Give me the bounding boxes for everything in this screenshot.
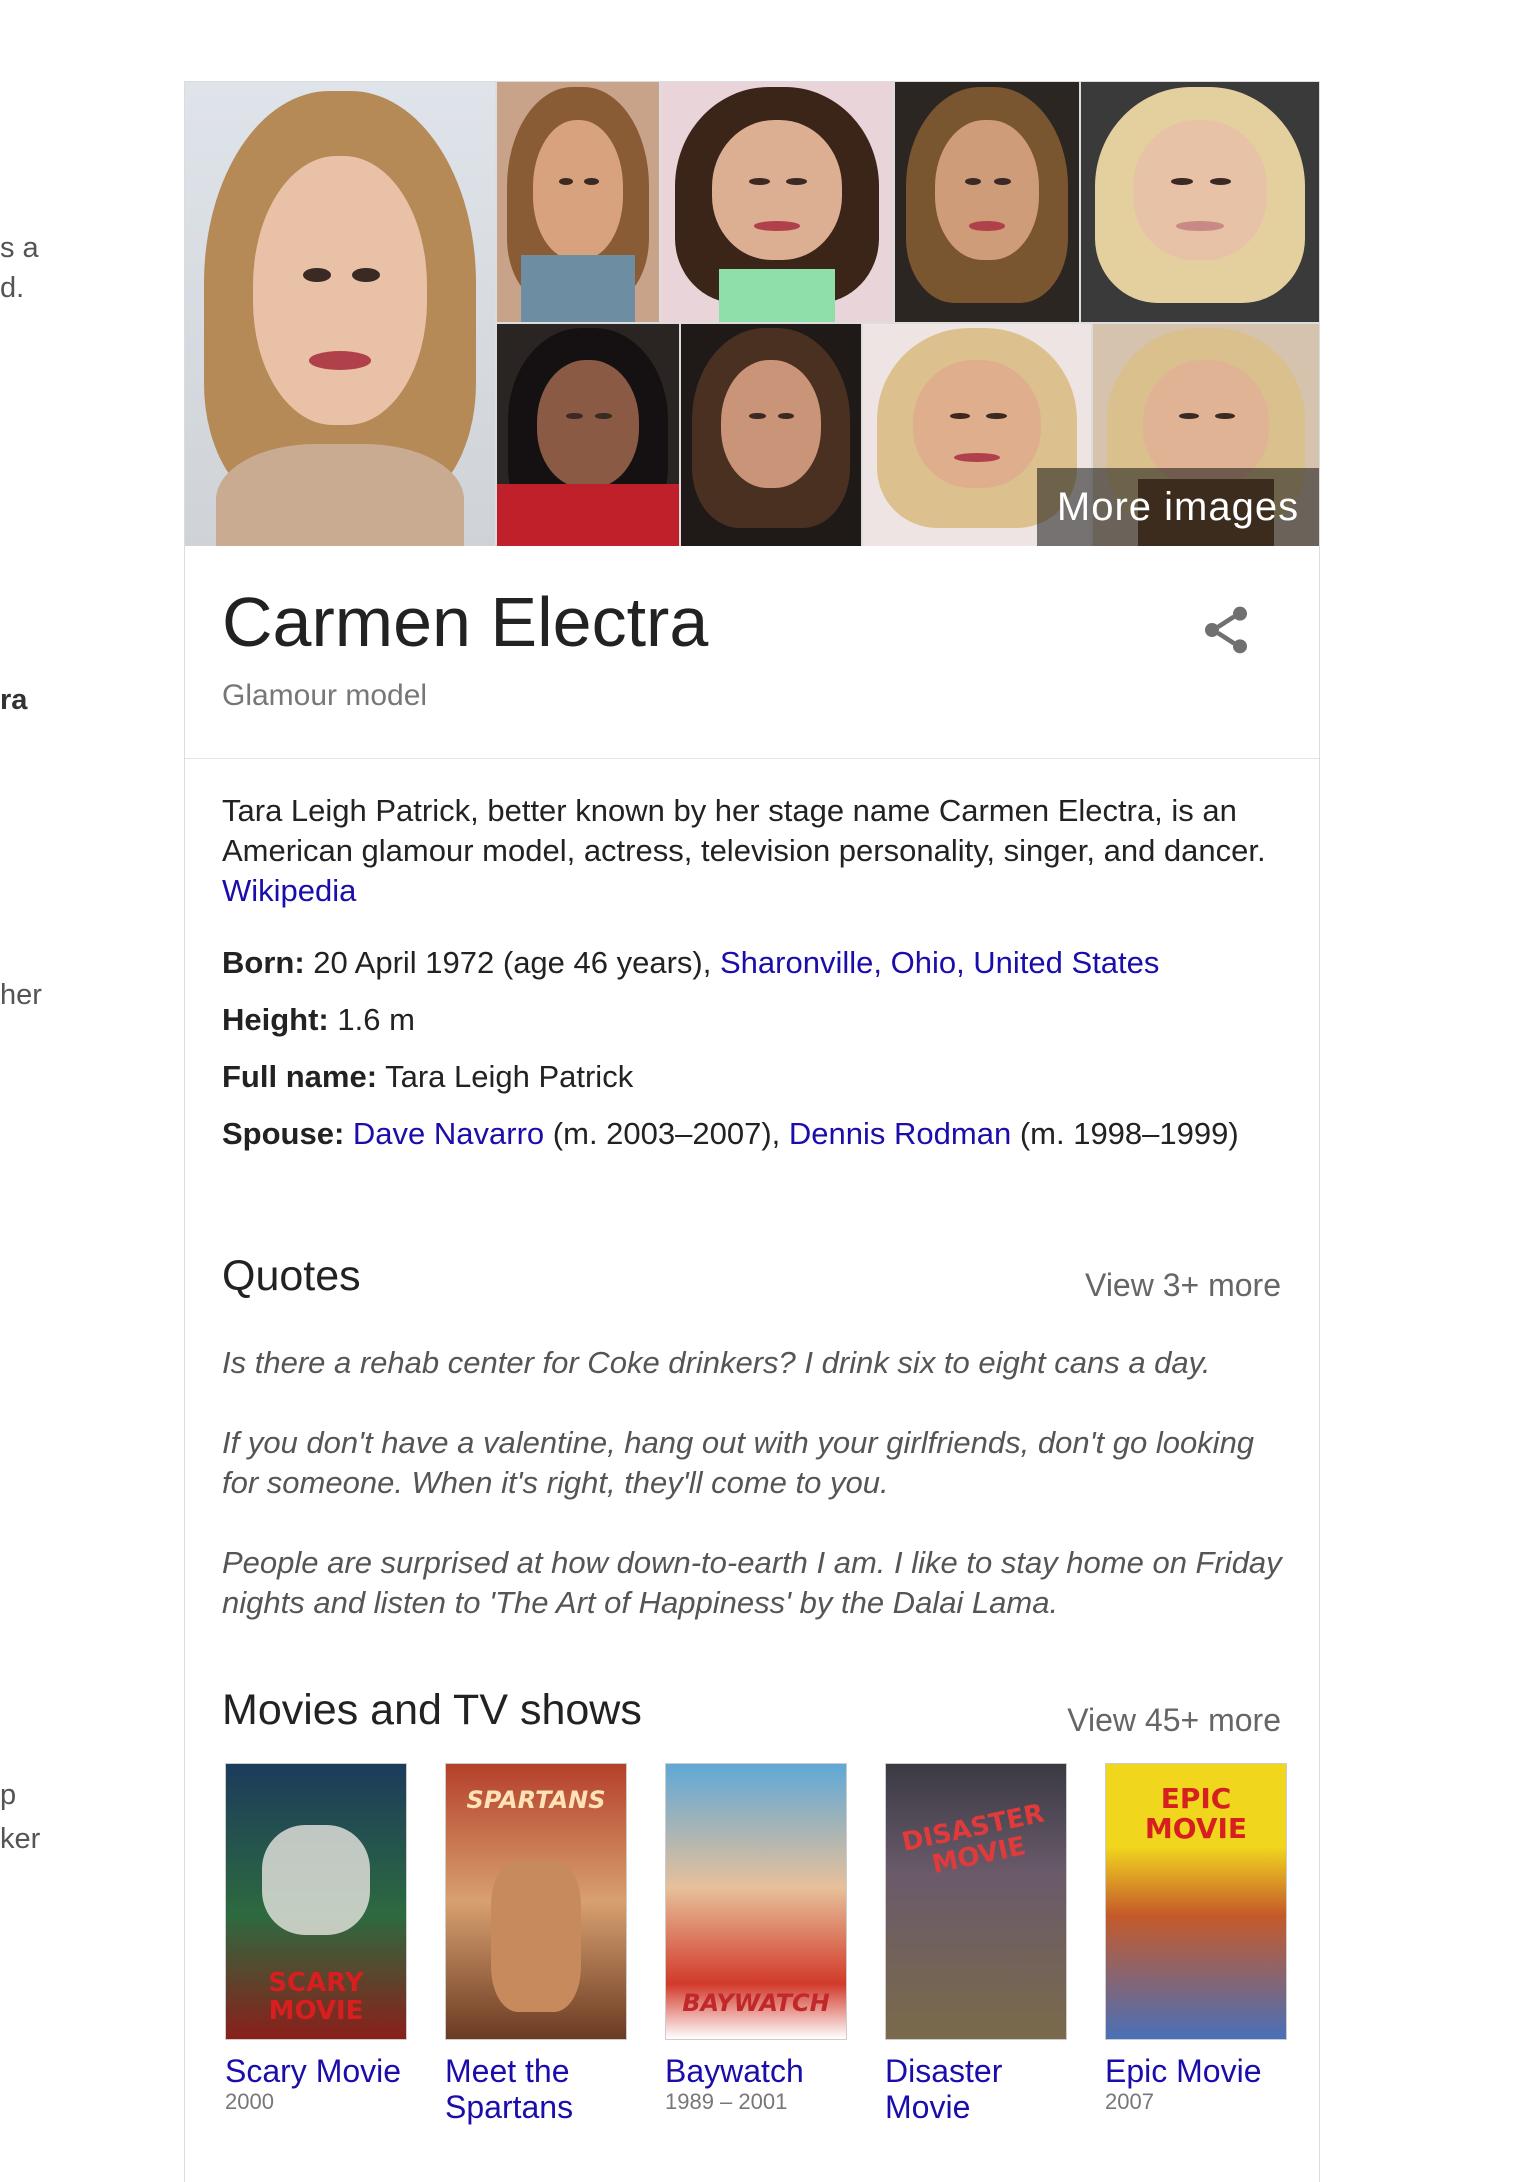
fact-value: 20 April 1972 (age 46 years), (313, 945, 712, 980)
quote-item: If you don't have a valentine, hang out … (222, 1425, 1255, 1500)
fact-value: 1.6 m (337, 1002, 415, 1037)
fact-height: Height: 1.6 m (222, 1000, 1292, 1040)
quote-item: Is there a rehab center for Coke drinker… (222, 1345, 1211, 1380)
wikipedia-link[interactable]: Wikipedia (222, 873, 356, 908)
left-result-fragment: d. (0, 272, 25, 304)
fact-full-name: Full name: Tara Leigh Patrick (222, 1057, 1292, 1097)
fact-label: Full name: (222, 1059, 378, 1094)
movie-year: 2000 (225, 2089, 274, 2114)
facts-list: Born: 20 April 1972 (age 46 years), Shar… (222, 943, 1292, 1154)
gallery-image-4[interactable] (895, 82, 1079, 322)
left-result-fragment: ra (0, 684, 28, 716)
spouse-link-rodman[interactable]: Dennis Rodman (789, 1116, 1011, 1151)
gallery-image-main[interactable] (185, 82, 495, 546)
description-text: Tara Leigh Patrick, better known by her … (222, 793, 1266, 868)
spouse-dates: (m. 1998–1999) (1019, 1116, 1239, 1151)
share-icon (1205, 606, 1247, 654)
movie-title-link[interactable]: Meet the Spartans (445, 2053, 635, 2125)
movies-heading: Movies and TV shows (222, 1686, 642, 1734)
movie-title-link[interactable]: Disaster Movie (885, 2053, 1075, 2125)
fact-born: Born: 20 April 1972 (age 46 years), Shar… (222, 943, 1292, 983)
movie-poster[interactable]: BAYWATCH (665, 1763, 847, 2040)
quote-item: People are surprised at how down-to-eart… (222, 1545, 1282, 1620)
poster-title: DISASTER MOVIE (899, 1798, 1047, 1881)
left-result-fragment: s a (0, 232, 39, 264)
spouse-dates: (m. 2003–2007), (552, 1116, 781, 1151)
movies-view-more-link[interactable]: View 45+ more (1067, 1702, 1281, 1739)
image-gallery: More images (185, 82, 1319, 546)
poster-title: EPIC MOVIE (1144, 1782, 1248, 1845)
entity-title: Carmen Electra (222, 583, 709, 661)
movie-title-link[interactable]: Baywatch (665, 2053, 804, 2089)
more-images-button[interactable]: More images (1037, 468, 1319, 546)
birthplace-link[interactable]: Sharonville, Ohio, United States (720, 945, 1159, 980)
movie-poster[interactable]: EPIC MOVIE (1105, 1763, 1287, 2040)
left-result-fragment: ker (0, 1823, 41, 1855)
entity-subtitle: Glamour model (222, 679, 428, 712)
entity-description: Tara Leigh Patrick, better known by her … (222, 791, 1292, 911)
left-result-fragment: p (0, 1779, 17, 1811)
quotes-list: Is there a rehab center for Coke drinker… (222, 1343, 1292, 1663)
quotes-heading: Quotes (222, 1252, 361, 1300)
fact-label: Spouse: (222, 1116, 345, 1151)
movie-title-link[interactable]: Epic Movie (1105, 2053, 1262, 2089)
movie-poster[interactable]: DISASTER MOVIE (885, 1763, 1067, 2040)
movies-carousel: SCARY MOVIE Scary Movie 2000 SPARTANS Me… (225, 1763, 1295, 2163)
fact-label: Height: (222, 1002, 329, 1037)
fact-value: Tara Leigh Patrick (385, 1059, 634, 1094)
gallery-image-7[interactable] (681, 324, 861, 546)
panel-header: Carmen Electra Glamour model (185, 546, 1319, 759)
movie-title-link[interactable]: Scary Movie (225, 2053, 401, 2089)
poster-title: SPARTANS (466, 1786, 606, 1814)
poster-title: SCARY MOVIE (268, 1968, 364, 2026)
poster-title: BAYWATCH (682, 1989, 830, 2017)
gallery-image-5[interactable] (1081, 82, 1319, 322)
left-result-fragment: her (0, 979, 42, 1011)
gallery-image-2[interactable] (497, 82, 659, 322)
movie-poster[interactable]: SPARTANS (445, 1763, 627, 2040)
gallery-image-6[interactable] (497, 324, 679, 546)
spouse-link-navarro[interactable]: Dave Navarro (353, 1116, 544, 1151)
quotes-view-more-link[interactable]: View 3+ more (1085, 1267, 1281, 1304)
fact-spouse: Spouse: Dave Navarro (m. 2003–2007), Den… (222, 1114, 1292, 1154)
fact-label: Born: (222, 945, 305, 980)
movie-year: 1989 – 2001 (665, 2089, 788, 2114)
movie-year: 2007 (1105, 2089, 1154, 2114)
movie-poster[interactable]: SCARY MOVIE (225, 1763, 407, 2040)
description-section: Tara Leigh Patrick, better known by her … (222, 791, 1292, 1171)
gallery-image-3[interactable] (661, 82, 893, 322)
share-button[interactable] (1198, 602, 1254, 658)
knowledge-panel: More images Carmen Electra Glamour model… (184, 81, 1320, 2182)
